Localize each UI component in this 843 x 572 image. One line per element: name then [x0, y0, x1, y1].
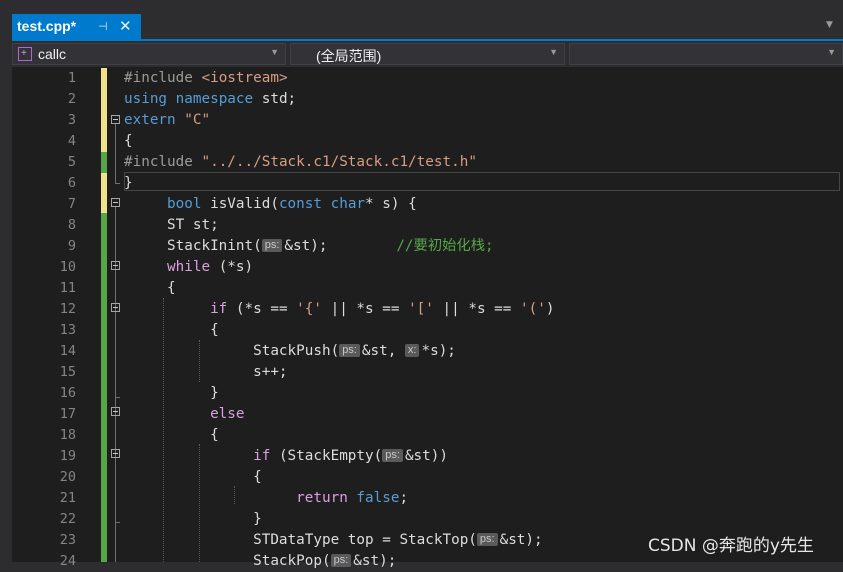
scope-dropdown-label: (全局范围): [316, 48, 382, 64]
line-number: 13: [59, 322, 76, 338]
code-line[interactable]: StackInint(ps: &st); //要初始化栈;: [124, 236, 494, 257]
code-line[interactable]: {: [124, 320, 219, 341]
code-line[interactable]: using namespace std;: [124, 89, 296, 110]
line-number: 19: [59, 448, 76, 464]
line-number: 15: [59, 364, 76, 380]
fold-toggle[interactable]: [111, 449, 120, 458]
project-dropdown[interactable]: + callc ▼: [12, 43, 286, 65]
code-line[interactable]: s++;: [124, 362, 287, 383]
change-bar-saved: [101, 152, 107, 173]
code-line[interactable]: bool isValid(const char* s) {: [124, 194, 417, 215]
change-bar-unsaved: [101, 68, 107, 152]
fold-toggle[interactable]: [111, 261, 120, 270]
code-line[interactable]: }: [124, 173, 133, 194]
parameter-hint: ps:: [476, 533, 498, 546]
parameter-hint: ps:: [330, 554, 352, 567]
code-line[interactable]: {: [124, 425, 219, 446]
line-number: 12: [59, 301, 76, 317]
parameter-hint: ps:: [382, 449, 403, 462]
line-number: 21: [59, 490, 76, 506]
fold-toggle[interactable]: [111, 115, 120, 124]
line-number: 9: [67, 238, 76, 254]
pin-icon[interactable]: ⊣: [98, 20, 108, 33]
watermark: CSDN @奔跑的y先生: [648, 536, 814, 556]
line-number: 11: [59, 280, 76, 296]
line-number: 20: [59, 469, 76, 485]
code-line[interactable]: ST st;: [124, 215, 219, 236]
scope-dropdown[interactable]: (全局范围) ▼: [290, 43, 565, 65]
code-line[interactable]: return false;: [124, 488, 408, 509]
parameter-hint: ps:: [261, 239, 283, 252]
line-number: 18: [59, 427, 76, 443]
line-number: 2: [67, 91, 76, 107]
current-line-highlight: [124, 172, 840, 191]
line-number: 3: [67, 112, 76, 128]
project-dropdown-label: callc: [38, 46, 67, 62]
code-line[interactable]: if (StackEmpty(ps: &st)): [124, 446, 448, 467]
code-line[interactable]: {: [124, 467, 262, 488]
line-number: 14: [59, 343, 76, 359]
fold-line: [115, 123, 116, 183]
code-line[interactable]: }: [124, 509, 262, 530]
code-line[interactable]: while (*s): [124, 257, 253, 278]
fold-end: [115, 522, 120, 523]
parameter-hint: ps:: [339, 344, 360, 357]
tab-title: test.cpp*: [17, 18, 77, 34]
code-line[interactable]: StackPush(ps: &st, x: *s);: [124, 341, 456, 362]
change-bar-saved: [101, 213, 107, 562]
line-number: 16: [59, 385, 76, 401]
navigation-bar: + callc ▼ (全局范围) ▼ ▼: [0, 41, 843, 67]
line-number: 6: [67, 175, 76, 191]
line-number: 1: [67, 70, 76, 86]
fold-toggle[interactable]: [111, 303, 120, 312]
fold-toggle[interactable]: [111, 407, 120, 416]
close-icon[interactable]: ✕: [119, 17, 132, 35]
line-number: 23: [59, 532, 76, 548]
tab-test-cpp[interactable]: test.cpp* ⊣ ✕: [12, 14, 141, 39]
code-line[interactable]: {: [124, 278, 176, 299]
member-dropdown[interactable]: ▼: [569, 43, 843, 65]
code-line[interactable]: }: [124, 383, 219, 404]
code-line[interactable]: #include "../../Stack.c1/Stack.c1/test.h…: [124, 152, 477, 173]
code-line[interactable]: {: [124, 131, 133, 152]
code-line[interactable]: else: [124, 404, 244, 425]
line-number: 5: [67, 154, 76, 170]
line-number: 10: [59, 259, 76, 275]
change-bar-unsaved: [101, 173, 107, 213]
line-number: 8: [67, 217, 76, 233]
chevron-down-icon: ▼: [549, 47, 558, 57]
line-number: 22: [59, 511, 76, 527]
tab-overflow-chevron-icon[interactable]: ▼: [826, 20, 833, 30]
fold-toggle[interactable]: [111, 198, 120, 207]
code-line[interactable]: if (*s == '{' || *s == '[' || *s == '('): [124, 299, 554, 320]
chevron-down-icon: ▼: [270, 47, 279, 57]
code-line[interactable]: #include <iostream>: [124, 68, 288, 89]
code-line[interactable]: extern "C": [124, 110, 210, 131]
line-number: 17: [59, 406, 76, 422]
chevron-down-icon: ▼: [827, 47, 836, 57]
project-icon: +: [18, 47, 32, 61]
fold-end: [115, 397, 120, 398]
code-line[interactable]: STDataType top = StackTop(ps: &st);: [124, 530, 543, 551]
fold-end: [115, 183, 120, 184]
document-tab-bar: test.cpp* ⊣ ✕ ▼: [0, 0, 843, 40]
parameter-hint: x:: [404, 344, 420, 357]
line-number: 7: [67, 196, 76, 212]
line-number: 4: [67, 133, 76, 149]
